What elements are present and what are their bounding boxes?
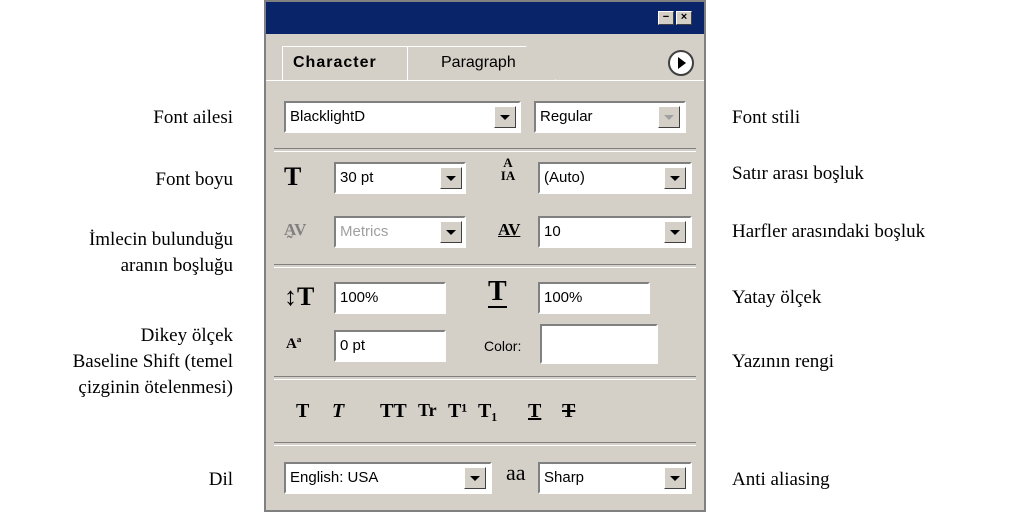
- character-panel: − × Paragraph Character BlacklightD Regu…: [264, 0, 706, 512]
- baseline-shift-icon: Aª: [286, 336, 302, 352]
- label-baseline-line1: Baseline Shift (temel: [72, 351, 233, 372]
- all-caps-button[interactable]: TT: [380, 400, 407, 423]
- label-tracking: Harfler arasındaki boşluk: [732, 221, 926, 242]
- font-family-dropdown-button[interactable]: [494, 106, 516, 128]
- label-kerning-line2: aranın boşluğu: [120, 255, 233, 276]
- tab-paragraph[interactable]: Paragraph: [406, 46, 556, 80]
- close-button[interactable]: ×: [676, 11, 692, 25]
- label-leading: Satır arası boşluk: [732, 163, 864, 184]
- label-vertical-scale: Dikey ölçek: [140, 325, 233, 346]
- kerning-icon: A̰V: [284, 220, 307, 239]
- anti-aliasing-icon: aa: [506, 460, 526, 485]
- color-label: Color:: [484, 338, 522, 354]
- underline-button[interactable]: T: [528, 400, 541, 423]
- label-kerning-line1: İmlecin bulunduğu: [88, 229, 233, 250]
- separator: [274, 376, 696, 380]
- tracking-icon: AV: [498, 220, 521, 239]
- vertical-scale-icon: ↕T: [284, 282, 315, 311]
- horizontal-scale-field[interactable]: 100%: [538, 282, 650, 314]
- faux-bold-button[interactable]: T: [296, 400, 309, 423]
- panel-menu-button[interactable]: [668, 50, 694, 76]
- label-text-color: Yazının rengi: [732, 351, 835, 372]
- label-horizontal-scale: Yatay ölçek: [732, 287, 822, 308]
- label-anti-aliasing: Anti aliasing: [732, 469, 830, 490]
- small-caps-button[interactable]: Tr: [418, 400, 437, 421]
- strikethrough-button[interactable]: T: [562, 400, 575, 423]
- color-swatch[interactable]: [540, 324, 658, 364]
- title-bar[interactable]: [266, 2, 704, 34]
- separator: [274, 264, 696, 268]
- vertical-scale-field[interactable]: 100%: [334, 282, 446, 314]
- font-style-dropdown-button[interactable]: [658, 106, 680, 128]
- font-family-field[interactable]: BlacklightD: [284, 101, 521, 133]
- label-font-style: Font stili: [732, 107, 801, 128]
- baseline-shift-field[interactable]: 0 pt: [334, 330, 446, 362]
- separator: [274, 442, 696, 446]
- faux-italic-button[interactable]: T: [332, 400, 344, 423]
- separator: [274, 148, 696, 152]
- leading-icon: A IA: [500, 155, 516, 183]
- language-dropdown-button[interactable]: [464, 467, 486, 489]
- horizontal-scale-icon: T: [488, 276, 507, 308]
- tab-character[interactable]: Character: [282, 46, 408, 80]
- minimize-button[interactable]: −: [658, 11, 674, 25]
- tracking-dropdown-button[interactable]: [664, 221, 686, 243]
- language-field[interactable]: English: USA: [284, 462, 492, 494]
- label-font-size: Font boyu: [155, 169, 233, 190]
- font-size-icon: T: [284, 162, 302, 191]
- kerning-dropdown-button[interactable]: [440, 221, 462, 243]
- label-font-family: Font ailesi: [153, 107, 233, 128]
- tab-divider: [266, 80, 704, 81]
- label-baseline-line2: çizginin ötelenmesi): [78, 377, 233, 398]
- subscript-button[interactable]: T₁: [478, 400, 497, 423]
- superscript-button[interactable]: T¹: [448, 400, 467, 423]
- label-language: Dil: [208, 469, 233, 490]
- leading-dropdown-button[interactable]: [664, 167, 686, 189]
- font-size-dropdown-button[interactable]: [440, 167, 462, 189]
- anti-aliasing-dropdown-button[interactable]: [664, 467, 686, 489]
